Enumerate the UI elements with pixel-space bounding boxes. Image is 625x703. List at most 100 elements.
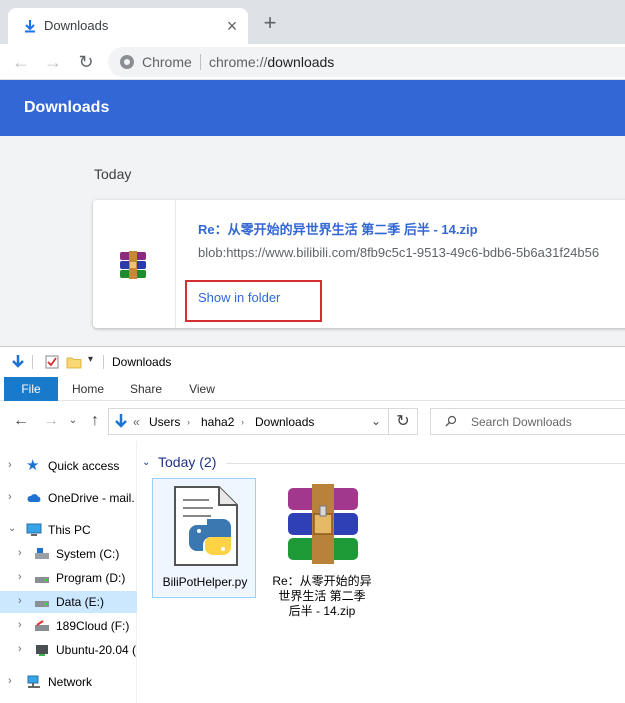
chevron-right-icon: ›	[18, 643, 22, 655]
nav-label: This PC	[48, 523, 91, 537]
download-source-url: blob:https://www.bilibili.com/8fb9c5c1-9…	[198, 245, 600, 260]
chevron-right-icon: ›	[8, 491, 12, 503]
group-header[interactable]: Today (2)	[158, 454, 216, 470]
refresh-button[interactable]: ↻	[388, 408, 418, 435]
linux-drive-icon	[36, 645, 48, 656]
nav-label: Ubuntu-20.04 (	[56, 643, 137, 657]
explorer-address-row: ← → ⌄ ↑ « Users › haha2 › Downloads ⌄ ↻	[0, 402, 625, 440]
drive-icon	[35, 577, 49, 583]
chevron-down-icon[interactable]: ⌄	[142, 457, 150, 468]
tab-view[interactable]: View	[180, 377, 224, 401]
file-item[interactable]: BiliPotHelper.py	[152, 478, 256, 598]
chevron-right-icon: ›	[18, 595, 22, 607]
breadcrumb-overflow[interactable]: «	[133, 415, 140, 429]
nav-label: OneDrive - mail.	[48, 491, 135, 505]
url-text: chrome://downloads	[209, 54, 334, 70]
nav-label: Data (E:)	[56, 595, 105, 609]
chevron-right-icon: ›	[18, 619, 22, 631]
download-filename-link[interactable]: Re：从零开始的异世界生活 第二季 后半 - 14.zip	[198, 219, 478, 238]
python-file-icon	[174, 486, 238, 566]
breadcrumb-separator-icon: ›	[241, 417, 244, 427]
file-name: Re：从零开始的异世界生活 第二季 后半 - 14.zip	[272, 574, 372, 618]
omnibox-divider	[200, 54, 201, 70]
nav-label: System (C:)	[56, 547, 120, 561]
search-placeholder: Search Downloads	[471, 415, 572, 429]
nav-onedrive[interactable]: › OneDrive - mail.	[0, 487, 137, 509]
chevron-down-icon: ⌄	[8, 523, 17, 534]
properties-checkmark-icon[interactable]	[44, 354, 60, 370]
nav-label: 189Cloud (F:)	[56, 619, 130, 633]
file-name: BiliPotHelper.py	[162, 575, 248, 589]
page-title: Downloads	[24, 99, 110, 116]
drive-icon	[35, 601, 49, 607]
toolbar-divider	[32, 355, 33, 369]
back-icon[interactable]: ←	[12, 412, 30, 430]
navigation-pane: › ★ Quick access › OneDrive - mail. ⌄ Th…	[0, 441, 137, 703]
tab-file[interactable]: File	[4, 377, 58, 401]
nav-quick-access[interactable]: › ★ Quick access	[0, 455, 137, 477]
download-icon	[25, 20, 35, 33]
customize-toolbar-icon[interactable]: ▾	[88, 354, 93, 365]
window-title: Downloads	[112, 355, 172, 369]
file-explorer-window: ▾ Downloads File Home Share View ← → ⌄ ↑…	[0, 346, 625, 703]
nav-drive-e[interactable]: › Data (E:)	[0, 591, 137, 613]
chevron-right-icon: ›	[8, 675, 12, 687]
downloads-folder-icon	[115, 414, 127, 428]
path-bar[interactable]: « Users › haha2 › Downloads ⌄	[108, 408, 412, 435]
recent-locations-icon[interactable]: ⌄	[64, 412, 82, 430]
url-path: downloads	[267, 54, 335, 70]
search-box[interactable]: Search Downloads	[430, 408, 625, 435]
tab-home[interactable]: Home	[66, 377, 110, 401]
tab-share[interactable]: Share	[124, 377, 168, 401]
url-scheme: chrome://	[209, 54, 268, 70]
file-item[interactable]: Re：从零开始的异世界生活 第二季 后半 - 14.zip	[270, 478, 374, 618]
network-drive-icon	[35, 620, 49, 631]
forward-icon[interactable]: →	[42, 412, 60, 430]
new-tab-button[interactable]: +	[258, 12, 282, 36]
nav-label: Program (D:)	[56, 571, 126, 585]
chevron-right-icon: ›	[8, 459, 12, 471]
chevron-down-icon[interactable]: ⌄	[371, 414, 381, 428]
reload-icon[interactable]: ↻	[74, 50, 98, 74]
breadcrumb-users[interactable]: Users	[149, 415, 180, 429]
computer-icon	[26, 523, 42, 536]
nav-drive-f[interactable]: › 189Cloud (F:)	[0, 615, 137, 637]
annotation-highlight-box	[185, 280, 322, 322]
nav-drive-d[interactable]: › Program (D:)	[0, 567, 137, 589]
chevron-right-icon: ›	[18, 547, 22, 559]
tab-downloads[interactable]: Downloads ×	[8, 8, 248, 44]
tab-title: Downloads	[44, 18, 109, 33]
winrar-archive-icon	[288, 484, 358, 564]
ribbon-tabs: File Home Share View	[0, 377, 625, 401]
tab-strip: Downloads × +	[0, 0, 625, 44]
up-icon[interactable]: ↑	[86, 412, 104, 430]
breadcrumb-separator-icon: ›	[187, 417, 190, 427]
back-icon[interactable]: ←	[9, 50, 33, 74]
nav-label: Network	[48, 675, 93, 689]
chrome-icon	[120, 55, 134, 69]
close-icon[interactable]: ×	[222, 16, 242, 36]
new-folder-icon[interactable]	[66, 354, 82, 370]
omnibox-label: Chrome	[142, 54, 192, 70]
forward-icon[interactable]: →	[41, 50, 65, 74]
system-drive-icon	[35, 548, 49, 559]
download-arrow-icon[interactable]	[10, 354, 26, 370]
nav-ubuntu[interactable]: › Ubuntu-20.04 (	[0, 639, 137, 661]
star-icon: ★	[26, 457, 40, 474]
file-list: ⌄ Today (2) BiliPotHelper.py Re：从零开始的异世界…	[138, 441, 625, 703]
download-item-card: Re：从零开始的异世界生活 第二季 后半 - 14.zip blob:https…	[93, 200, 625, 328]
nav-drive-c[interactable]: › System (C:)	[0, 543, 137, 565]
nav-network[interactable]: › Network	[0, 671, 137, 693]
browser-toolbar: ← → ↻ Chrome chrome://downloads	[0, 44, 625, 80]
nav-this-pc[interactable]: ⌄ This PC	[0, 519, 137, 541]
titlebar-divider	[103, 355, 104, 369]
cloud-icon	[27, 494, 41, 502]
network-icon	[27, 675, 40, 688]
downloads-header: Downloads	[0, 80, 625, 136]
card-divider	[175, 200, 176, 328]
breadcrumb-downloads[interactable]: Downloads	[255, 415, 314, 429]
nav-label: Quick access	[48, 459, 120, 473]
breadcrumb-haha2[interactable]: haha2	[201, 415, 234, 429]
address-bar[interactable]: Chrome chrome://downloads	[108, 47, 625, 77]
chevron-right-icon: ›	[18, 571, 22, 583]
